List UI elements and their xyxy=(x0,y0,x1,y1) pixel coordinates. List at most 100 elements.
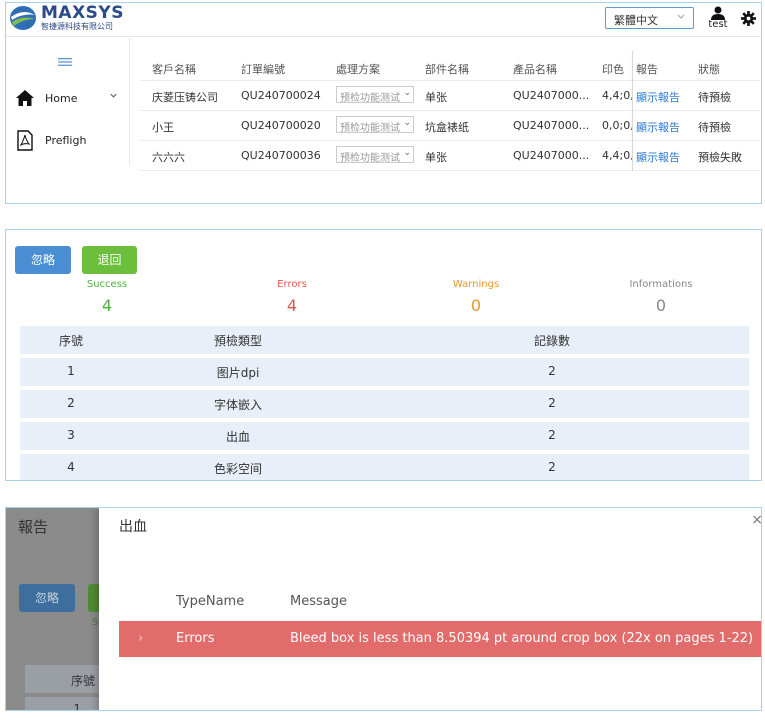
background-column-header: 序號 xyxy=(25,665,99,693)
hamburger-menu-icon[interactable] xyxy=(58,51,72,70)
color-cell: 4,4;0, xyxy=(602,89,634,102)
count-cell: 2 xyxy=(548,364,556,378)
stat-label: Informations xyxy=(629,279,693,290)
part-cell: 单张 xyxy=(425,151,447,164)
report-detail-panel: 報告 忽略 S 序號 1 出血 × TypeName Message › Err… xyxy=(5,507,762,711)
type-cell: 字体嵌入 xyxy=(213,398,262,412)
table-row[interactable]: 3 出血 2 xyxy=(20,422,749,450)
product-cell: QU2407000... xyxy=(513,89,590,102)
column-header-product: 產品名稱 xyxy=(513,63,557,76)
product-cell: QU2407000... xyxy=(513,149,590,162)
column-header-type: 預檢類型 xyxy=(213,334,262,348)
no-cell: 3 xyxy=(67,428,75,442)
user-menu[interactable]: test xyxy=(706,6,730,30)
part-cell: 单张 xyxy=(425,91,447,104)
sidebar-item-home[interactable]: Home xyxy=(14,88,117,108)
plan-select[interactable]: 预检功能测试 ⌄ xyxy=(336,146,414,163)
customer-cell: 小王 xyxy=(152,121,174,134)
column-header-status: 狀態 xyxy=(698,63,720,76)
table-row[interactable]: 六六六 QU240700036 预检功能测试 ⌄ 单张 QU2407000... … xyxy=(140,141,760,171)
color-cell: 4,4;0, xyxy=(602,149,634,162)
no-cell: 4 xyxy=(67,460,75,474)
user-name: test xyxy=(708,19,728,30)
plan-select[interactable]: 预检功能测试 ⌄ xyxy=(336,116,414,133)
stat-label: Warnings xyxy=(452,279,500,290)
count-cell: 2 xyxy=(548,428,556,442)
close-icon[interactable]: × xyxy=(751,512,761,528)
table-row[interactable]: 4 色彩空间 2 xyxy=(20,454,749,480)
customer-cell: 庆菱压铸公司 xyxy=(152,91,218,104)
table-row[interactable]: › Errors Bleed box is less than 8.50394 … xyxy=(119,621,761,657)
show-report-link[interactable]: 顯示報告 xyxy=(636,89,680,105)
table-row[interactable]: 小王 QU240700020 预检功能测试 ⌄ 坑盒裱纸 QU2407000...… xyxy=(140,111,760,141)
language-value: 繁體中文 xyxy=(614,14,658,27)
sidebar-item-preflight[interactable]: Prefligh xyxy=(14,129,87,151)
show-report-link[interactable]: 顯示報告 xyxy=(636,119,680,135)
logo-name: MAXSYS xyxy=(41,3,124,23)
stat-informations: Informations 0 xyxy=(601,279,721,315)
chevron-down-icon: ⌄ xyxy=(403,148,411,158)
stat-warnings: Warnings 0 xyxy=(416,279,536,315)
stat-label: Success xyxy=(86,279,128,290)
count-cell: 2 xyxy=(548,460,556,474)
column-header-no: 序號 xyxy=(58,334,83,348)
product-cell: QU2407000... xyxy=(513,119,590,132)
plan-select[interactable]: 预检功能测试 ⌄ xyxy=(336,86,414,103)
column-header-count: 記錄數 xyxy=(533,334,570,348)
logo-subtitle: 智捷源科技有限公司 xyxy=(41,22,113,31)
chevron-down-icon: ⌄ xyxy=(403,88,411,98)
return-button[interactable]: 退回 xyxy=(82,246,137,274)
background-row: 1 xyxy=(25,697,99,710)
modal-overlay[interactable]: 報告 忽略 S 序號 1 xyxy=(6,508,100,710)
gear-icon[interactable] xyxy=(741,11,756,30)
no-cell: 2 xyxy=(67,396,75,410)
order-list-panel: MAXSYS 智捷源科技有限公司 繁體中文 test Home Prefligh… xyxy=(5,2,762,204)
stat-success: Success 4 xyxy=(47,279,167,315)
chevron-down-icon: ⌄ xyxy=(403,118,411,128)
message-cell: Bleed box is less than 8.50394 pt around… xyxy=(290,631,754,646)
expand-row-icon[interactable]: › xyxy=(138,631,143,646)
detail-drawer: 出血 × TypeName Message › Errors Bleed box… xyxy=(99,508,761,710)
status-cell: 預檢失敗 xyxy=(698,151,742,164)
chevron-down-icon xyxy=(109,91,118,103)
order-no-cell: QU240700024 xyxy=(241,89,321,102)
color-cell: 0,0;0, xyxy=(602,119,634,132)
chevron-down-icon xyxy=(676,11,686,24)
ignore-button[interactable]: 忽略 xyxy=(15,246,71,274)
show-report-link[interactable]: 顯示報告 xyxy=(636,149,680,165)
stat-value: 0 xyxy=(655,296,667,315)
column-header-customer: 客戶名稱 xyxy=(152,63,196,76)
column-header-report: 報告 xyxy=(636,63,658,76)
sidebar-item-label: Prefligh xyxy=(45,133,87,147)
fixed-column-divider xyxy=(632,51,633,171)
status-cell: 待預檢 xyxy=(698,121,731,134)
stat-errors: Errors 4 xyxy=(232,279,352,315)
status-cell: 待預檢 xyxy=(698,91,731,104)
column-header-message: Message xyxy=(290,594,347,609)
background-report-title: 報告 xyxy=(18,518,49,536)
language-select[interactable]: 繁體中文 xyxy=(605,7,694,29)
table-row[interactable]: 2 字体嵌入 2 xyxy=(20,390,749,418)
sidebar-item-label: Home xyxy=(45,91,78,105)
logo-mark-icon xyxy=(8,5,38,31)
type-cell: 图片dpi xyxy=(216,366,260,380)
table-row[interactable]: 1 图片dpi 2 xyxy=(20,358,749,386)
stat-value: 0 xyxy=(470,296,482,315)
stat-label: Errors xyxy=(277,279,307,290)
background-stat-label: S xyxy=(92,617,99,628)
top-bar: MAXSYS 智捷源科技有限公司 繁體中文 test xyxy=(6,3,761,37)
background-ignore-button: 忽略 xyxy=(19,584,75,612)
column-header-plan: 處理方案 xyxy=(336,63,380,76)
home-icon xyxy=(14,88,36,108)
count-cell: 2 xyxy=(548,396,556,410)
sidebar: Home Prefligh xyxy=(6,38,130,165)
table-row[interactable]: 庆菱压铸公司 QU240700024 预检功能测试 ⌄ 单张 QU2407000.… xyxy=(140,81,760,111)
user-icon xyxy=(711,6,725,20)
table-header: 序號 預檢類型 記錄數 xyxy=(20,326,749,354)
column-header-order-no: 訂單編號 xyxy=(241,63,285,76)
plan-value: 预检功能测试 xyxy=(340,123,400,133)
type-cell: 出血 xyxy=(225,430,250,444)
plan-value: 预检功能测试 xyxy=(340,153,400,163)
no-cell: 1 xyxy=(67,364,75,378)
drawer-title: 出血 xyxy=(119,519,147,535)
